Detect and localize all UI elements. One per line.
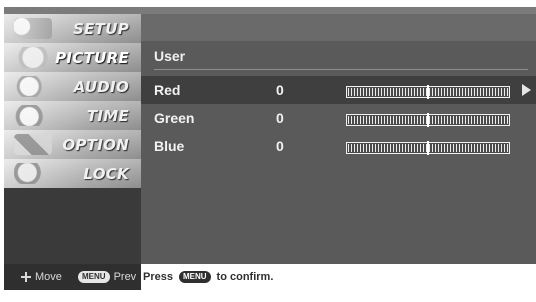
title-divider — [154, 69, 528, 70]
setting-value: 0 — [276, 110, 284, 126]
level-bar[interactable] — [346, 113, 510, 127]
prev-hint: MENU Prev — [78, 271, 136, 283]
option-icon — [14, 134, 52, 155]
setup-icon — [14, 18, 52, 39]
sidebar: SETUP PICTURE AUDIO TIME OPTION LOCK Mov… — [4, 14, 141, 290]
sidebar-item-label: LOCK — [83, 165, 129, 183]
sidebar-item-setup[interactable]: SETUP — [4, 14, 141, 43]
main-panel: User Red 0 Green 0 Blue 0 Press MENU to … — [141, 14, 536, 290]
move-hint: Move — [21, 271, 62, 283]
move-label: Move — [35, 271, 62, 283]
confirm-hint: Press MENU to confirm. — [143, 271, 273, 283]
move-icon — [21, 272, 31, 282]
sidebar-item-picture[interactable]: PICTURE — [4, 43, 141, 72]
audio-icon — [14, 76, 52, 97]
sidebar-item-label: TIME — [86, 107, 129, 125]
setting-value: 0 — [276, 82, 284, 98]
sidebar-item-audio[interactable]: AUDIO — [4, 72, 141, 101]
prev-label: Prev — [113, 271, 137, 283]
panel-title: User — [154, 48, 186, 64]
confirm-bar: Press MENU to confirm. — [141, 264, 536, 290]
sidebar-footer: Move MENU Prev — [4, 264, 141, 290]
time-icon — [14, 105, 52, 126]
sidebar-item-lock[interactable]: LOCK — [4, 159, 141, 188]
level-bar[interactable] — [346, 141, 510, 155]
level-marker — [427, 141, 429, 155]
sidebar-item-label: SETUP — [73, 20, 129, 38]
level-marker — [427, 113, 429, 127]
right-arrow-icon[interactable] — [522, 84, 531, 96]
setting-row-green[interactable]: Green 0 — [141, 104, 536, 132]
sidebar-item-label: PICTURE — [55, 49, 129, 67]
level-bar[interactable] — [346, 85, 510, 99]
setting-name: Red — [154, 82, 181, 98]
setting-name: Blue — [154, 138, 185, 154]
sidebar-item-label: OPTION — [62, 136, 129, 154]
sidebar-item-label: AUDIO — [73, 78, 129, 96]
sidebar-item-option[interactable]: OPTION — [4, 130, 141, 159]
setting-name: Green — [154, 110, 195, 126]
main-top-bar — [141, 14, 536, 41]
menu-key-icon: MENU — [178, 271, 211, 283]
confirm-suffix: to confirm. — [216, 271, 274, 283]
setting-value: 0 — [276, 138, 284, 154]
menu-key-icon: MENU — [78, 271, 110, 283]
lock-icon — [14, 163, 52, 184]
setting-row-red[interactable]: Red 0 — [141, 76, 536, 104]
confirm-press: Press — [143, 271, 173, 283]
top-strip — [4, 7, 536, 14]
picture-icon — [14, 47, 52, 68]
sidebar-item-time[interactable]: TIME — [4, 101, 141, 130]
level-marker — [427, 85, 429, 99]
setting-row-blue[interactable]: Blue 0 — [141, 132, 536, 160]
